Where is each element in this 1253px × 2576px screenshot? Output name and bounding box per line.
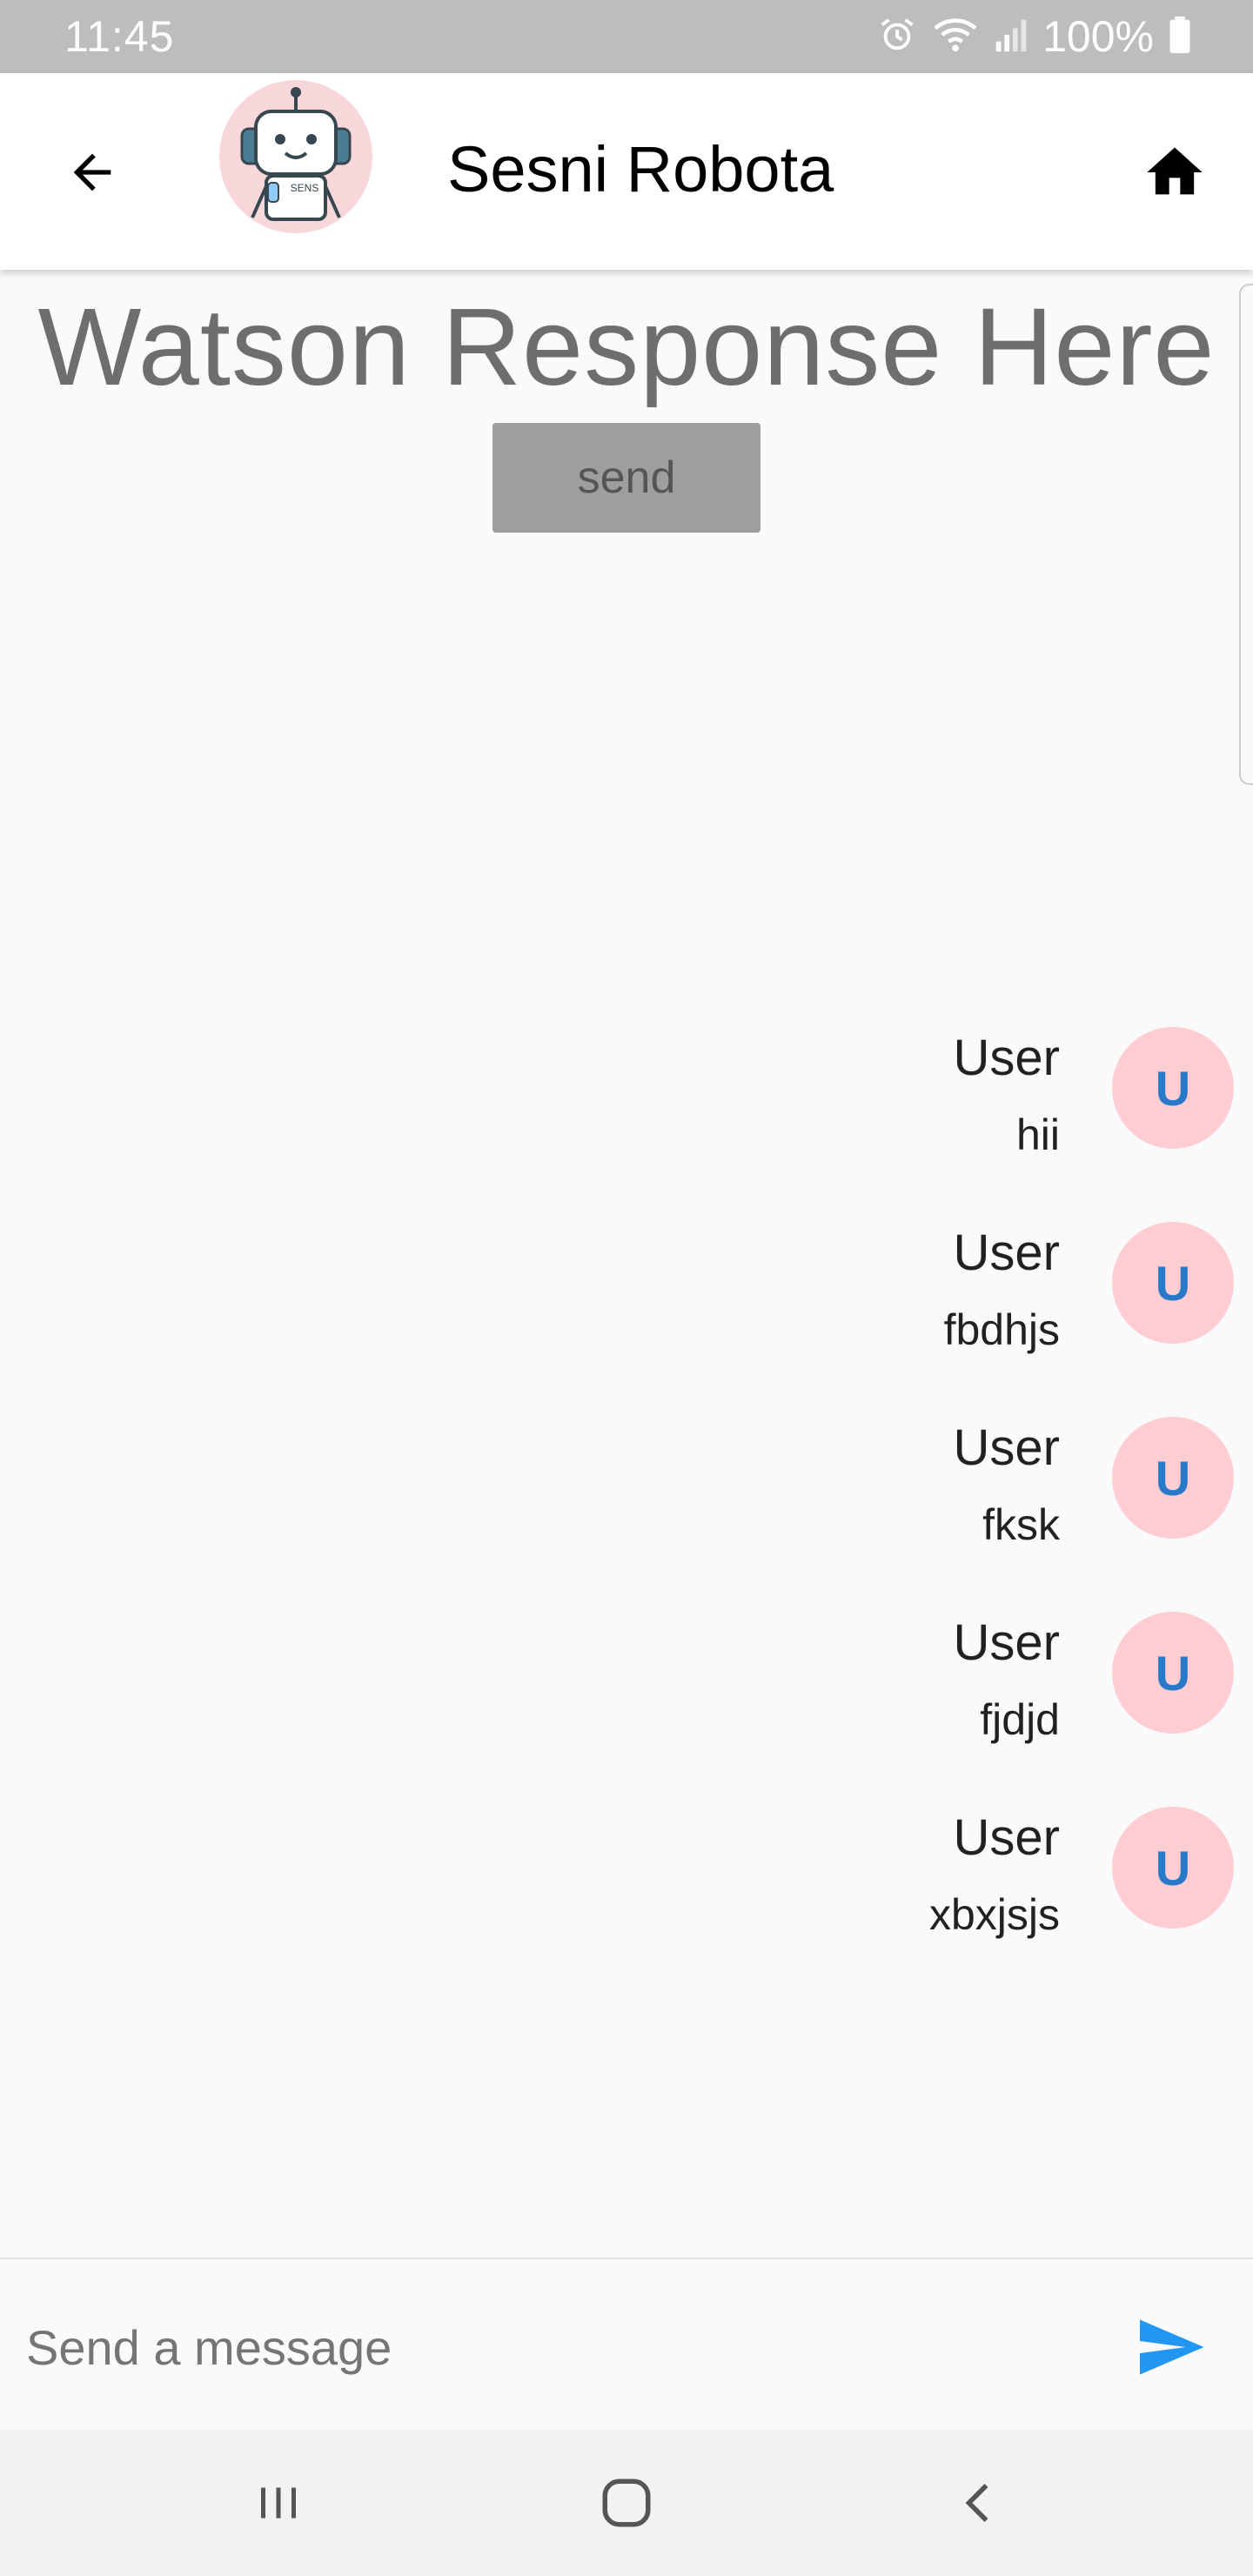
- message-list: User hii U User fbdhjs U User fksk U Use…: [16, 1023, 1234, 1998]
- back-chevron-icon: [965, 2484, 988, 2522]
- message-composer: [0, 2257, 1253, 2430]
- robot-avatar-icon: SENS: [218, 78, 374, 235]
- message-text-group: User fksk: [954, 1413, 1060, 1556]
- status-time: 11:45: [64, 12, 175, 61]
- status-icons: 100%: [877, 9, 1192, 64]
- app-bar: SENS Sesni Robota: [0, 73, 1253, 270]
- user-avatar: U: [1112, 1222, 1234, 1344]
- battery-icon: [1168, 15, 1192, 59]
- watson-response: Watson Response Here: [37, 285, 1216, 408]
- message-sender: User: [953, 1224, 1060, 1281]
- home-button[interactable]: [1131, 129, 1218, 216]
- message-body: hii: [1015, 1110, 1060, 1159]
- message-sender: User: [953, 1419, 1060, 1476]
- side-panel-handle[interactable]: [1239, 284, 1253, 785]
- home-circle-icon: [602, 2479, 651, 2527]
- home-nav-button[interactable]: [583, 2459, 670, 2546]
- message-body: fksk: [982, 1500, 1060, 1549]
- logo-text: SENS: [291, 182, 319, 194]
- message-sender: User: [953, 1030, 1060, 1086]
- message-text-group: User hii: [954, 1023, 1060, 1166]
- message-input[interactable]: [24, 2294, 1055, 2400]
- composer-send-button[interactable]: [1122, 2299, 1218, 2395]
- recent-apps-icon: [261, 2487, 296, 2519]
- message-item: User hii U: [16, 1023, 1234, 1218]
- message-item: User fksk U: [16, 1413, 1234, 1608]
- message-text-group: User fbdhjs: [944, 1218, 1060, 1361]
- message-text-group: User fjdjd: [954, 1608, 1060, 1751]
- message-text-group: User xbxjsjs: [929, 1803, 1060, 1946]
- message-body: fjdjd: [980, 1695, 1060, 1744]
- system-nav-bar: [0, 2430, 1253, 2576]
- message-body: fbdhjs: [943, 1305, 1060, 1354]
- arrow-back-icon: [73, 153, 111, 191]
- signal-icon: [994, 15, 1029, 59]
- home-icon: [1147, 147, 1203, 195]
- wifi-icon: [931, 15, 980, 59]
- send-icon: [1140, 2319, 1204, 2375]
- message-sender: User: [953, 1614, 1060, 1671]
- status-bar: 11:45 100%: [0, 0, 1253, 73]
- message-item: User fbdhjs U: [16, 1218, 1234, 1413]
- alarm-icon: [877, 15, 917, 59]
- message-item: User xbxjsjs U: [16, 1803, 1234, 1998]
- user-avatar: U: [1112, 1027, 1234, 1149]
- user-avatar: U: [1112, 1612, 1234, 1734]
- send-button[interactable]: send: [492, 423, 761, 533]
- user-avatar: U: [1112, 1807, 1234, 1929]
- app-title: Sesni Robota: [447, 133, 834, 205]
- recent-apps-button[interactable]: [235, 2459, 322, 2546]
- message-body: xbxjsjs: [928, 1890, 1060, 1939]
- back-nav-button[interactable]: [936, 2459, 1023, 2546]
- battery-percent: 100%: [1042, 12, 1154, 61]
- back-button[interactable]: [49, 129, 136, 216]
- user-avatar: U: [1112, 1417, 1234, 1539]
- message-item: User fjdjd U: [16, 1608, 1234, 1803]
- message-sender: User: [953, 1809, 1060, 1866]
